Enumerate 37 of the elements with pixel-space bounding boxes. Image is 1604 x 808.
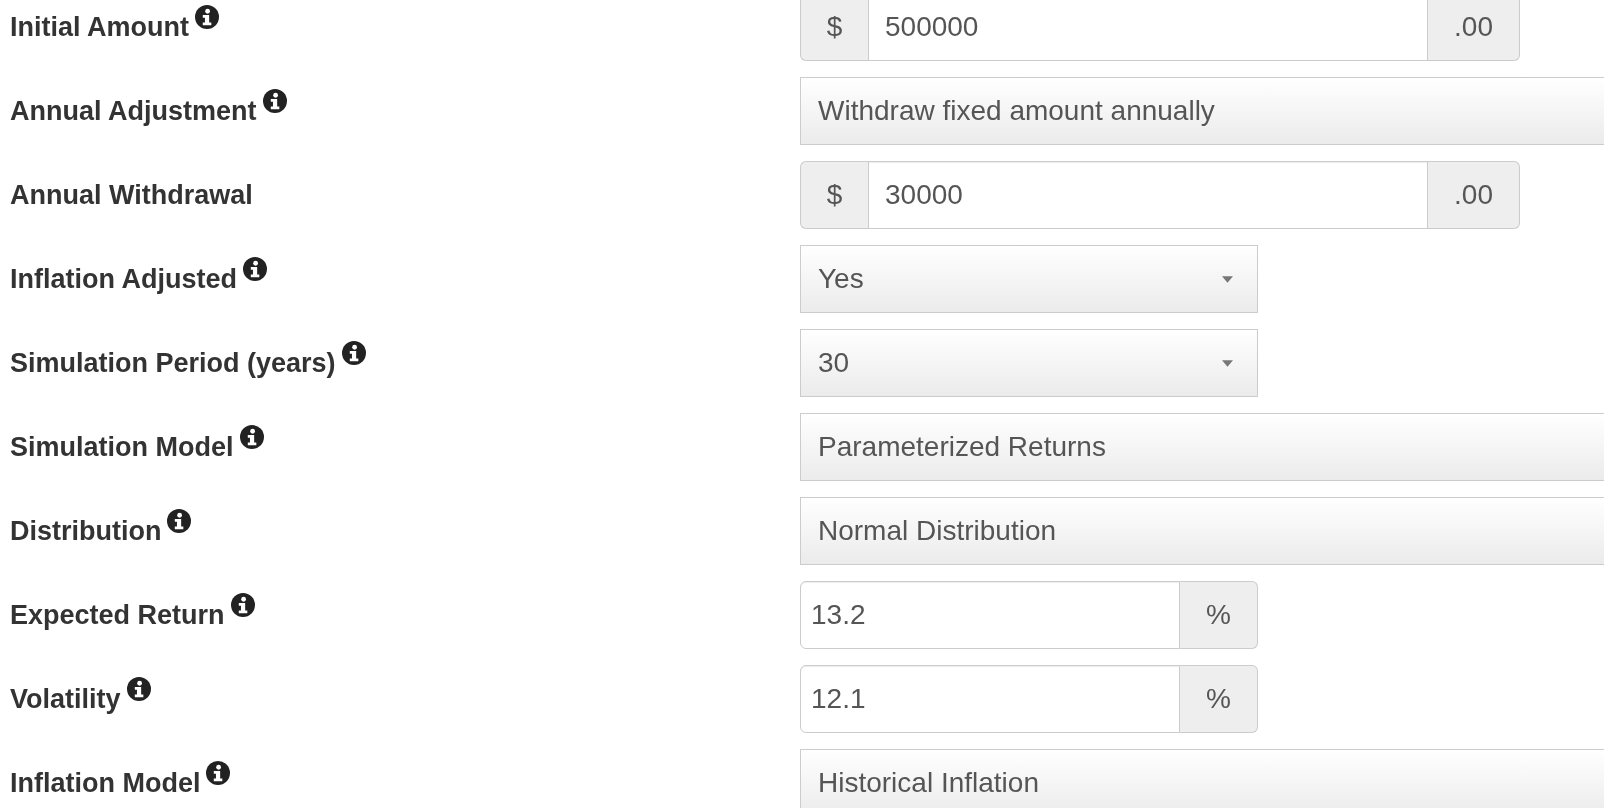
percent-input[interactable]: 12.1 (800, 665, 1180, 733)
field-label: Simulation Period (years) (10, 347, 336, 379)
field-label: Simulation Model (10, 431, 234, 463)
info-icon[interactable] (126, 677, 151, 701)
info-icon[interactable] (239, 425, 264, 449)
info-icon[interactable] (206, 761, 231, 785)
percent-input[interactable]: 13.2 (800, 581, 1180, 649)
field-label: Initial Amount (10, 11, 189, 43)
info-icon[interactable] (195, 5, 219, 29)
percent-addon: % (1180, 581, 1258, 649)
decimal-addon: .00 (1428, 0, 1520, 61)
field-label: Distribution (10, 515, 162, 547)
dropdown-field[interactable]: Normal Distribution (800, 497, 1604, 565)
dropdown-field[interactable]: Historical Inflation (800, 749, 1604, 808)
field-label: Volatility (10, 683, 121, 715)
field-label: Annual Adjustment (10, 95, 257, 127)
amount-input[interactable]: 30000 (868, 161, 1428, 229)
dropdown-field[interactable]: Parameterized Returns (800, 413, 1604, 481)
info-icon[interactable] (341, 341, 366, 365)
caret-icon (1222, 359, 1233, 367)
info-icon[interactable] (167, 509, 192, 533)
info-icon[interactable] (262, 89, 287, 113)
info-icon[interactable] (243, 257, 267, 281)
field-label: Inflation Model (10, 767, 201, 799)
decimal-addon: .00 (1428, 161, 1520, 229)
caret-icon (1222, 275, 1233, 283)
field-label: Inflation Adjusted (10, 263, 237, 295)
field-label: Annual Withdrawal (10, 179, 253, 211)
percent-addon: % (1180, 665, 1258, 733)
info-icon[interactable] (230, 593, 255, 617)
field-label: Expected Return (10, 599, 225, 631)
currency-addon: $ (800, 161, 868, 229)
dropdown-field[interactable]: Withdraw fixed amount annually (800, 77, 1604, 145)
currency-addon: $ (800, 0, 868, 61)
dropdown-field[interactable]: 30 (800, 329, 1258, 397)
amount-input[interactable]: 500000 (868, 0, 1428, 61)
dropdown-field[interactable]: Yes (800, 245, 1258, 313)
